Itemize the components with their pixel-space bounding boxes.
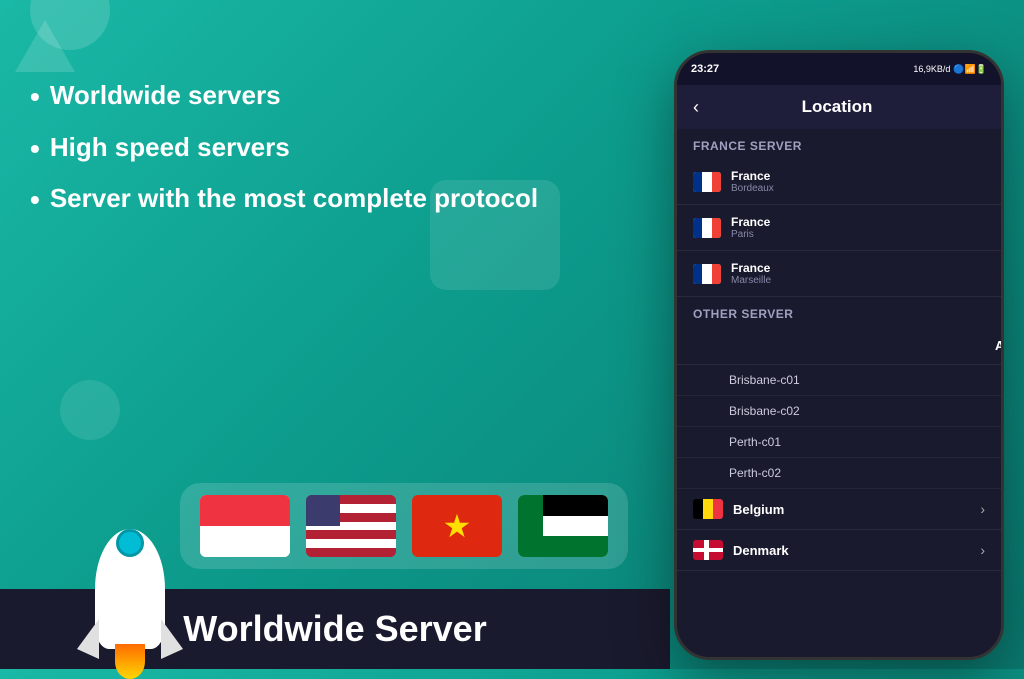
france-section-header: France Server: [677, 129, 1001, 159]
flag-denmark: [693, 540, 723, 560]
flag-sg-top: [200, 495, 290, 526]
rocket-fin-right: [161, 619, 183, 659]
phone-mockup: 23:27 16,9KB/d 🔵📶🔋 ‹ Location France Ser…: [674, 50, 1004, 660]
bullet-text-2: High speed servers: [50, 132, 290, 163]
server-country-bordeaux: France: [731, 169, 985, 183]
phone-content-scroll[interactable]: France Server France Bordeaux France P: [677, 129, 1001, 657]
server-country-paris: France: [731, 215, 985, 229]
denmark-name: Denmark: [733, 543, 970, 558]
server-country-marseille: France: [731, 261, 985, 275]
left-content-panel: • Worldwide servers • High speed servers…: [30, 80, 610, 247]
status-time: 23:27: [691, 63, 719, 75]
flag-sg-bottom: [200, 526, 290, 557]
status-signal-icons: 🔵📶🔋: [953, 64, 987, 75]
rocket-illustration: [60, 469, 200, 669]
feature-list: • Worldwide servers • High speed servers…: [30, 80, 610, 217]
bullet-item-3: • Server with the most complete protocol: [30, 183, 610, 217]
bullet-dot-1: •: [30, 80, 40, 114]
flag-usa: [306, 495, 396, 557]
flag-china: ★: [412, 495, 502, 557]
server-info-paris: France Paris: [731, 215, 985, 240]
country-denmark-header[interactable]: Denmark ›: [677, 530, 1001, 571]
flag-france-bordeaux: [693, 172, 721, 192]
server-city-paris: Paris: [731, 229, 985, 240]
flag-ae-left: [518, 495, 543, 557]
country-belgium-header[interactable]: Belgium ›: [677, 489, 1001, 530]
bullet-text-3: Server with the most complete protocol: [50, 183, 538, 214]
bullet-dot-3: •: [30, 183, 40, 217]
flag-ae-right: [543, 495, 608, 557]
sub-server-brisbane-c01[interactable]: Brisbane-c01: [677, 365, 1001, 396]
server-info-bordeaux: France Bordeaux: [731, 169, 985, 194]
bottom-bar-title: Worldwide Server: [183, 608, 486, 650]
bullet-item-2: • High speed servers: [30, 132, 610, 166]
bullet-text-1: Worldwide servers: [50, 80, 281, 111]
bullet-item-1: • Worldwide servers: [30, 80, 610, 114]
server-item-marseille[interactable]: France Marseille: [677, 251, 1001, 297]
phone-nav-bar: ‹ Location: [677, 85, 1001, 129]
nav-title: Location: [709, 97, 965, 117]
other-section-header: Other Server: [677, 297, 1001, 327]
china-star: ★: [443, 507, 472, 545]
back-button[interactable]: ‹: [693, 97, 699, 118]
server-city-bordeaux: Bordeaux: [731, 183, 985, 194]
sub-server-brisbane-c02[interactable]: Brisbane-c02: [677, 396, 1001, 427]
bullet-dot-2: •: [30, 132, 40, 166]
belgium-name: Belgium: [733, 502, 970, 517]
rocket-body: [95, 529, 165, 649]
flag-belgium: [693, 499, 723, 519]
australia-name: Australia: [995, 338, 1001, 353]
server-item-bordeaux[interactable]: France Bordeaux: [677, 159, 1001, 205]
flag-uae: [518, 495, 608, 557]
server-info-marseille: France Marseille: [731, 261, 985, 286]
sub-server-perth-c02[interactable]: Perth-c02: [677, 458, 1001, 489]
flag-france-paris: [693, 218, 721, 238]
rocket-window: [116, 529, 144, 557]
rocket-fin-left: [77, 619, 99, 659]
server-city-marseille: Marseille: [731, 275, 985, 286]
flag-usa-canton: [306, 495, 340, 526]
country-australia-header[interactable]: Australia ∨: [677, 327, 1001, 365]
flag-france-marseille: [693, 264, 721, 284]
denmark-chevron: ›: [980, 542, 985, 558]
server-item-paris[interactable]: France Paris: [677, 205, 1001, 251]
phone-status-bar: 23:27 16,9KB/d 🔵📶🔋: [677, 53, 1001, 85]
sub-server-perth-c01[interactable]: Perth-c01: [677, 427, 1001, 458]
status-icons: 16,9KB/d 🔵📶🔋: [913, 64, 987, 75]
rocket-flame: [115, 644, 145, 679]
status-data-speed: 16,9KB/d: [913, 64, 950, 74]
flags-strip: ★: [180, 483, 628, 569]
flag-singapore: [200, 495, 290, 557]
bg-circle-mid-decoration: [60, 380, 120, 440]
belgium-chevron: ›: [980, 501, 985, 517]
